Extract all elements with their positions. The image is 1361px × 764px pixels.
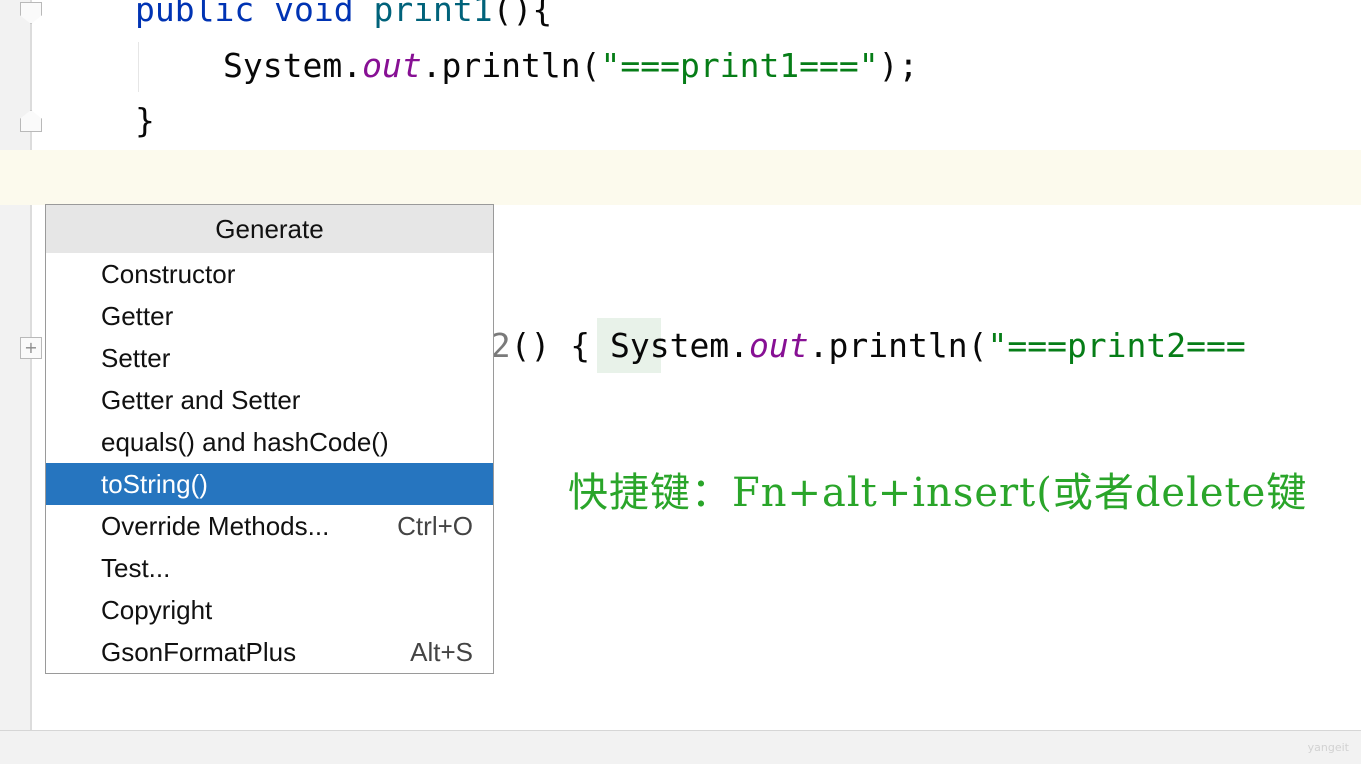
status-bar: yangeit [0, 730, 1361, 764]
method-parens: (){ [492, 0, 553, 29]
code-system: System. [609, 326, 750, 365]
menu-item-label: equals() and hashCode() [101, 427, 389, 457]
fold-expand-icon[interactable]: + [20, 337, 42, 359]
code-println: .println( [421, 46, 601, 85]
menu-item-constructor[interactable]: Constructor [46, 253, 493, 295]
menu-item-label: Copyright [101, 595, 213, 625]
keyword-void: void [274, 0, 354, 29]
code-println: .println( [808, 326, 988, 365]
menu-item-label: Setter [101, 343, 171, 373]
code-line-println[interactable]: System.out.println("===print1==="); [223, 46, 918, 86]
code-out-field: out [749, 326, 809, 365]
code-line-method-signature[interactable]: public void print1(){ [135, 0, 552, 30]
popup-title: Generate [46, 205, 493, 253]
menu-item-label: Getter and Setter [101, 385, 301, 415]
watermark: yangeit [1307, 741, 1349, 754]
menu-item-tostring[interactable]: toString() [46, 463, 493, 505]
code-out-field: out [362, 46, 422, 85]
menu-item-label: toString() [101, 469, 208, 499]
menu-item-label: GsonFormatPlus [101, 637, 297, 667]
code-string: "===print2=== [987, 326, 1246, 365]
caret-line-highlight [0, 150, 1361, 205]
menu-item-equals-and-hashcode[interactable]: equals() and hashCode() [46, 421, 493, 463]
menu-item-shortcut: Ctrl+O [397, 511, 473, 541]
keyword-public: public [135, 0, 255, 29]
code-system: System. [223, 46, 363, 85]
generate-menu-list: Constructor Getter Setter Getter and Setter… [46, 253, 493, 673]
menu-item-test[interactable]: Test... [46, 547, 493, 589]
menu-item-label: Test... [101, 553, 171, 583]
close-brace: } [135, 101, 155, 140]
menu-item-label: Override Methods... [101, 511, 330, 541]
indent-guide [138, 42, 139, 92]
menu-item-shortcut: Alt+S [410, 637, 473, 667]
generate-popup: Generate Constructor Getter Setter Getter a… [45, 204, 494, 674]
code-line-close-brace[interactable]: } [135, 101, 155, 141]
code-open-brace: { [570, 326, 591, 365]
menu-item-override-methods[interactable]: Override Methods... Ctrl+O [46, 505, 493, 547]
menu-item-label: Getter [101, 301, 174, 331]
menu-item-getter-and-setter[interactable]: Getter and Setter [46, 379, 493, 421]
code-end: ); [878, 46, 919, 85]
code-line-print2[interactable]: nt2() { System.out.println("===print2=== [451, 326, 1246, 366]
menu-item-setter[interactable]: Setter [46, 337, 493, 379]
shortcut-annotation: 快捷键：Fn+alt+insert(或者delete键 [568, 470, 1308, 516]
code-string: "===print1===" [600, 46, 879, 85]
code-print2-parens: () [510, 326, 571, 365]
method-name: print1 [373, 0, 493, 29]
menu-item-label: Constructor [101, 259, 236, 289]
menu-item-copyright[interactable]: Copyright [46, 589, 493, 631]
menu-item-gsonformatplus[interactable]: GsonFormatPlus Alt+S [46, 631, 493, 673]
menu-item-getter[interactable]: Getter [46, 295, 493, 337]
editor-gutter [0, 0, 32, 730]
